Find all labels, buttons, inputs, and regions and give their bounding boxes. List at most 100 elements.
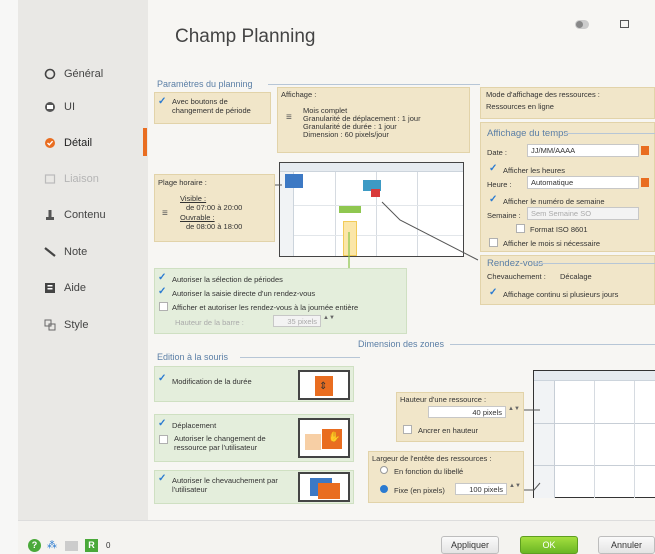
by-label-radio[interactable] (380, 466, 388, 474)
nav-item-general[interactable]: Général (44, 62, 103, 86)
check-icon: ✓ (158, 286, 167, 297)
section-time-display: Affichage du temps (487, 128, 569, 139)
divider (240, 357, 360, 358)
allow-direct-input-label: Autoriser la saisie directe d'un rendez-… (172, 289, 316, 298)
section-mouse: Edition à la souris (157, 352, 229, 362)
nav-label: UI (64, 101, 75, 113)
fixed-label: Fixe (en pixels) (394, 486, 445, 495)
tree-icon[interactable]: ⁂ (47, 540, 57, 551)
nav-item-detail[interactable]: Détail (44, 131, 92, 155)
check-icon: ✓ (158, 473, 167, 484)
move-illustration: ✋ (298, 418, 350, 458)
workable-label[interactable]: Ouvrable : (180, 213, 215, 222)
circle-outline-icon (44, 68, 56, 80)
section-planning: Paramètres du planning (157, 79, 253, 89)
date-label: Date : (487, 148, 508, 157)
nav-label: Note (64, 246, 88, 258)
header-width-label: Largeur de l'entête des ressources : (372, 454, 492, 463)
row-height-label: Hauteur d'une ressource : (400, 395, 487, 404)
allow-period-select-label: Autoriser la sélection de périodes (172, 275, 283, 284)
period-buttons-checkbox[interactable]: ✓ (158, 97, 172, 107)
allow-overlap-checkbox[interactable]: ✓ (158, 474, 172, 484)
change-resource-checkbox[interactable] (159, 435, 172, 445)
hand-icon: ✋ (328, 432, 341, 443)
duration-label: Modification de la durée (172, 377, 252, 386)
grid-icon[interactable] (65, 541, 78, 551)
spinner[interactable]: ▲▼ (509, 483, 521, 495)
active-indicator (143, 128, 147, 156)
ghost-block (305, 434, 321, 450)
header-width-input[interactable]: 100 pixels (455, 483, 507, 495)
bar-height-label: Hauteur de la barre : (175, 318, 244, 327)
anchor-height-checkbox[interactable] (403, 425, 416, 435)
divider (450, 344, 655, 345)
spinner[interactable]: ▲▼ (323, 315, 335, 327)
workable-value: de 08:00 à 18:00 (186, 222, 243, 231)
hours-label: Plage horaire : (158, 178, 207, 187)
section-zones: Dimension des zones (358, 339, 445, 349)
move-label: Déplacement (172, 421, 217, 430)
display-label: Affichage : (281, 90, 317, 99)
duration-checkbox[interactable]: ✓ (158, 374, 172, 384)
orange-block (318, 483, 340, 499)
check-icon: ✓ (158, 373, 167, 384)
ui-icon (45, 102, 55, 112)
bar-height-input[interactable]: 35 pixels (273, 315, 321, 327)
nav-item-content[interactable]: Contenu (44, 203, 106, 227)
allow-full-day-checkbox[interactable] (159, 302, 172, 312)
allow-full-day-label: Afficher et autoriser les rendez-vous à … (172, 303, 359, 312)
grid-line (634, 381, 635, 498)
cancel-button[interactable]: Annuler (598, 536, 655, 554)
fixed-radio[interactable] (380, 485, 388, 493)
nav-item-style[interactable]: Style (44, 313, 88, 337)
preview-header (534, 371, 655, 381)
link-icon (44, 174, 56, 184)
allow-period-select-checkbox[interactable]: ✓ (158, 273, 172, 283)
apply-button[interactable]: Appliquer (441, 536, 499, 554)
checkbox-box (403, 425, 412, 435)
sidebar: Général UI Détail Liaison Contenu Note A… (18, 0, 148, 520)
by-label-label: En fonction du libellé (394, 467, 464, 476)
nav-label: Style (64, 319, 89, 331)
checkbox-box (159, 302, 168, 312)
allow-direct-input-checkbox[interactable]: ✓ (158, 287, 172, 297)
dropdown-icon[interactable] (641, 146, 649, 155)
zones-connector (524, 409, 541, 491)
spinner[interactable]: ▲▼ (508, 406, 520, 418)
divider (565, 133, 655, 134)
nav-label: Liaison (64, 173, 99, 185)
maximize-icon[interactable] (620, 20, 629, 28)
detail-icon (45, 138, 55, 148)
nav-item-link: Liaison (44, 167, 99, 191)
overlap-illustration (298, 472, 350, 502)
check-icon: ✓ (158, 418, 167, 429)
report-icon[interactable]: R (85, 539, 98, 552)
counter: 0 (106, 541, 111, 550)
move-checkbox[interactable]: ✓ (158, 419, 172, 429)
row-height-input[interactable]: 40 pixels (428, 406, 506, 418)
toggle-switch[interactable] (575, 20, 589, 29)
help-icon (45, 283, 55, 293)
grid-line (594, 381, 595, 498)
nav-item-help[interactable]: Aide (44, 276, 86, 300)
nav-item-note[interactable]: Note (44, 240, 87, 264)
check-icon: ✓ (158, 96, 167, 107)
display-line: Dimension : 60 pixels/jour (303, 130, 389, 139)
help-circle-icon[interactable]: ? (28, 539, 41, 552)
change-resource-label: Autoriser le changement de ressource par… (174, 434, 266, 452)
check-icon: ✓ (158, 272, 167, 283)
nav-item-ui[interactable]: UI (44, 95, 75, 119)
note-icon (44, 247, 56, 257)
resource-mode-value[interactable]: Ressources en ligne (486, 102, 554, 111)
nav-label: Aide (64, 282, 87, 294)
page-title: Champ Planning (175, 26, 316, 47)
resource-mode-label: Mode d'affichage des ressources : (486, 90, 600, 99)
divider (268, 84, 480, 85)
ok-button[interactable]: OK (520, 536, 578, 554)
date-format-select[interactable]: JJ/MM/AAAA (527, 144, 639, 157)
nav-label: Général (64, 68, 104, 80)
content-icon (46, 210, 54, 220)
duration-illustration: ⇕ (298, 370, 350, 400)
nav-label: Détail (64, 137, 93, 149)
visible-label[interactable]: Visible : (180, 194, 206, 203)
